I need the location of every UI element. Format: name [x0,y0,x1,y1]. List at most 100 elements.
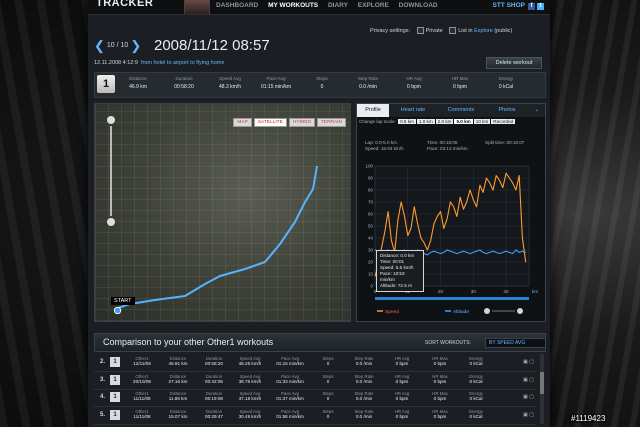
sort-dropdown[interactable]: BY SPEED AVG [485,338,546,348]
lap-badge-icon: 1 [110,374,120,385]
row-rank: 5. [99,411,105,418]
tabs-more-chevron-icon[interactable]: ⌄ [529,104,545,117]
stat-duration: Duration 00:58:20 [165,76,203,94]
lap-scale-option[interactable]: 10 km [473,119,491,124]
data-point-speed [515,189,517,191]
nav-diary[interactable]: DIARY [328,2,348,9]
nav-dashboard[interactable]: DASHBOARD [216,2,258,9]
cell-value: 00:58:20 [205,361,223,366]
table-cell: HR Avg 0 bpm [384,356,420,367]
table-cell: Distance 15.07 km [160,409,196,420]
scrollbar-thumb[interactable] [540,372,544,394]
legend-label-altitude: Altitude [453,309,469,315]
start-pin-icon[interactable] [114,307,121,314]
facebook-icon[interactable]: f [528,3,535,10]
route-map[interactable]: MAP SATELLITE HYBRID TERRAIN START [94,103,351,322]
zoom-slider[interactable] [110,126,112,216]
data-point-speed [476,206,477,208]
data-point-speed [427,249,428,251]
route-name[interactable]: from hotel to airport to flying home [141,60,224,66]
stat-pace-avg: Pace Avg 01:15 min/km [257,76,295,94]
twitter-icon[interactable]: t [537,3,544,10]
data-point-speed [463,208,464,210]
row-actions-icon[interactable]: ▣ ▢ [523,377,534,383]
stat-value: 0 kCal [498,84,514,90]
stat-label: HR Avg [406,76,422,81]
table-row[interactable]: 3. 1 Other1 20/10/08 Distance 27.16 km Duratio… [94,372,536,390]
data-point-speed [420,237,422,239]
data-point-speed [423,242,425,244]
cell-value: 01:37 min/km [276,396,304,401]
tracker-logo[interactable]: TRACKER [96,0,153,9]
map-zoom-control [104,114,118,228]
table-row[interactable]: 2. 1 Other1 12/11/08 Distance 46.91 km Duratio… [94,354,536,372]
nav-my-workouts[interactable]: MY WORKOUTS [268,2,318,9]
lap-scale-option[interactable]: Recorded [491,119,516,124]
lap-scale-option[interactable]: 2.0 km [435,119,454,124]
stat-value: 0 [320,84,324,90]
zoom-out-button[interactable] [107,218,115,226]
cell-value: 0 [326,361,330,366]
private-checkbox[interactable] [416,27,424,34]
map-tab-map[interactable]: MAP [233,118,252,127]
row-actions-icon[interactable]: ▣ ▢ [523,394,534,400]
row-actions-icon[interactable]: ▣ ▢ [523,359,534,365]
data-point-speed [453,206,455,208]
table-cell: Energy 0 kCal [458,374,494,385]
y-tick-label: 40 [368,236,374,241]
tab-profile[interactable]: Profile [357,104,389,117]
table-cell: Duration 00:19:08 [196,391,232,402]
data-point-speed [525,261,527,263]
shop-link-area: STT SHOP f t [492,2,544,10]
row-actions-icon[interactable]: ▣ ▢ [523,412,534,418]
comparison-header: Comparison to your other Other1 workouts… [94,333,546,352]
data-point-altitude [522,250,523,252]
nav-explore[interactable]: EXPLORE [358,2,389,9]
zoom-in-button[interactable] [107,116,115,124]
data-point-speed [413,206,415,208]
table-row[interactable]: 4. 1 Other1 11/11/08 Distance 11.86 km Duratio… [94,389,536,407]
data-point-speed [489,182,491,184]
prev-workout-chevron-icon[interactable]: ❮ [94,38,105,53]
explore-link[interactable]: Explore [474,28,493,34]
map-tab-hybrid[interactable]: HYBRID [288,118,315,127]
list-explore-checkbox[interactable] [449,27,457,34]
map-tab-satellite[interactable]: SATELLITE [253,118,287,127]
profile-chart[interactable]: 0102030405060708090100010203040kmSpeedAl… [357,160,545,320]
table-cell: HR Max 0 bpm [422,409,458,420]
delete-workout-button[interactable]: Delete workout [486,57,542,69]
table-row[interactable]: 5. 1 Other1 11/11/08 Distance 15.07 km Duratio… [94,407,536,425]
background-rays-right [540,0,640,427]
cell-value: 0 bpm [433,361,447,366]
lap-split: Split time: 00:16:07 [485,140,525,145]
user-avatar[interactable] [184,0,210,14]
shop-link[interactable]: STT SHOP [492,2,525,9]
tab-comments[interactable]: Comments [437,104,485,117]
lap-scale-option[interactable]: 0.5 km [398,119,416,124]
lap-badge-icon: 1 [110,357,120,367]
map-tab-terrain[interactable]: TERRAIN [316,118,346,127]
data-point-speed [482,192,484,193]
cell-value: 27.16 km [168,378,188,384]
lap-badge-icon: 1 [110,409,120,420]
cell-value: 00:19:08 [205,396,223,401]
data-point-speed [512,182,514,184]
tab-heart-rate[interactable]: Heart rate [389,104,437,117]
table-cell: HR Max 0 bpm [422,374,458,385]
nav-download[interactable]: DOWNLOAD [399,2,438,9]
cell-value: 0 [326,396,330,401]
tab-photos[interactable]: Photos [485,104,529,117]
data-point-speed [522,237,523,239]
table-cell: Energy 0 kCal [458,356,494,367]
stat-value: 46.9 km [129,84,147,90]
next-workout-chevron-icon[interactable]: ❯ [130,38,141,53]
y-tick-label: 20 [368,260,374,265]
data-point-speed [443,228,445,229]
table-cell: Duration 00:58:20 [196,356,232,367]
lap-scale-option-selected[interactable]: 5.0 km [454,119,473,124]
cell-value: 38.76 km/h [238,378,262,384]
lap-scale-option[interactable]: 1.0 km [416,119,435,124]
cell-value: 0 kCal [469,413,483,419]
comparison-scrollbar[interactable] [540,354,544,424]
y-tick-label: 50 [368,224,374,229]
